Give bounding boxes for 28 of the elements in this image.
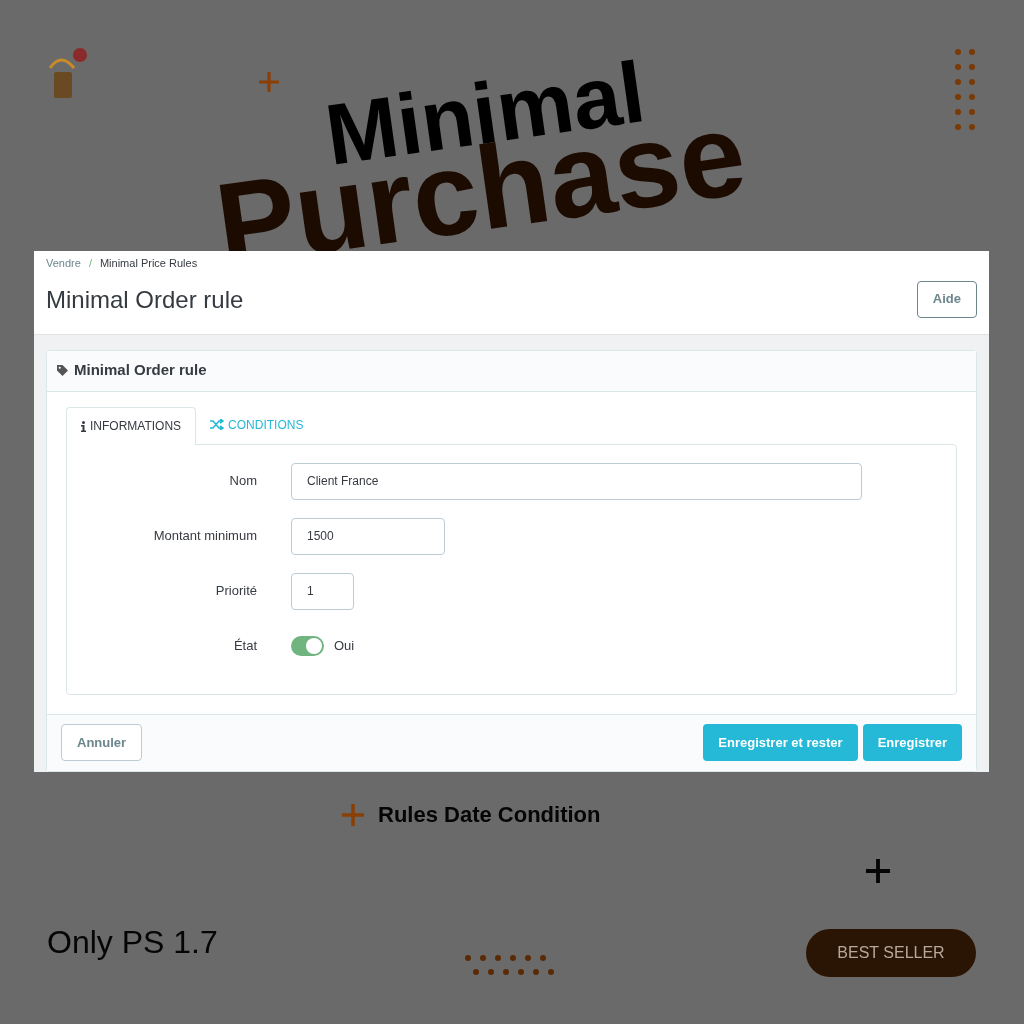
plus-icon xyxy=(342,803,364,826)
switch-label: Oui xyxy=(334,637,355,656)
plus-icon xyxy=(259,72,279,92)
tag-icon xyxy=(57,365,68,376)
best-seller-badge: BEST SELLER xyxy=(806,929,976,977)
feature-text: Rules Date Condition xyxy=(378,801,601,829)
breadcrumb-link[interactable]: Vendre xyxy=(46,255,81,272)
plus-icon xyxy=(866,859,890,883)
save-button[interactable]: Enregistrer xyxy=(862,724,962,761)
input-field[interactable]: 1 xyxy=(291,572,354,610)
input-field[interactable]: 1500 xyxy=(291,517,445,555)
tab[interactable]: INFORMATIONS xyxy=(66,406,197,445)
cancel-button[interactable]: Annuler xyxy=(61,724,143,761)
input-field[interactable]: Client France xyxy=(291,462,862,500)
help-button[interactable]: Aide xyxy=(916,280,977,318)
info-icon xyxy=(81,420,86,432)
field-label: Nom xyxy=(228,472,258,491)
tab[interactable]: CONDITIONS xyxy=(196,405,318,444)
shuffle-icon xyxy=(210,419,225,430)
breadcrumb-separator: / xyxy=(88,256,92,271)
field-label: Priorité xyxy=(214,582,258,601)
panel-title: Minimal Order rule xyxy=(74,360,207,381)
field-label: Montant minimum xyxy=(152,527,258,546)
version-text: Only PS 1.7 xyxy=(47,923,218,962)
toggle-switch[interactable] xyxy=(291,636,324,656)
page-title: Minimal Order rule xyxy=(46,284,244,315)
save-button[interactable]: Enregistrer et rester xyxy=(703,724,858,761)
field-label: État xyxy=(232,637,258,656)
